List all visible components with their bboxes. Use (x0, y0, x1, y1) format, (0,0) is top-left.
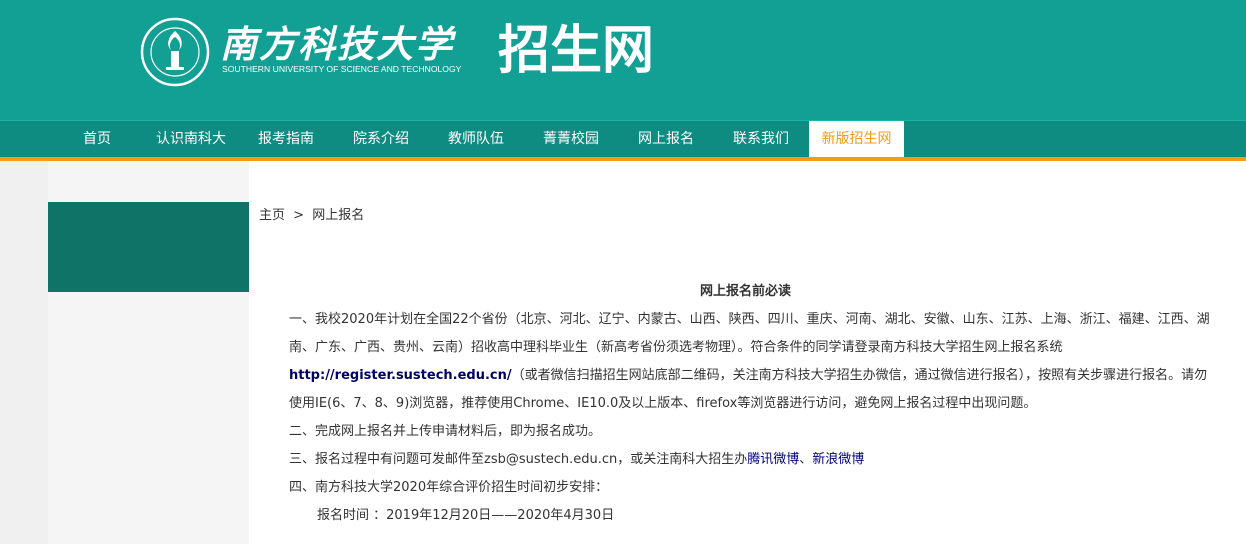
sina-weibo-link[interactable]: 新浪微博 (812, 452, 864, 467)
breadcrumb-home[interactable]: 主页 (259, 208, 285, 223)
notice-paragraph-3: 三、报名过程中有问题可发邮件至zsb@sustech.edu.cn，或关注南科大… (289, 446, 1219, 474)
tencent-weibo-link[interactable]: 腾讯微博 (747, 452, 799, 467)
nav-item-faculty[interactable]: 教师队伍 (440, 121, 512, 157)
notice-paragraph-4: 四、南方科技大学2020年综合评价招生时间初步安排： (289, 480, 609, 495)
sidebar-banner (48, 202, 249, 292)
nav-item-campus[interactable]: 菁菁校园 (535, 121, 607, 157)
registration-system-link[interactable]: http://register.sustech.edu.cn/ (289, 368, 512, 383)
notice-p3-text: 三、报名过程中有问题可发邮件至zsb@sustech.edu.cn，或关注南科大… (289, 452, 748, 467)
logo-english-name[interactable]: SOUTHERN UNIVERSITY OF SCIENCE AND TECHN… (222, 64, 461, 74)
notice-p1-text: 一、我校2020年计划在全国22个省份（北京、河北、辽宁、内蒙古、山西、陕西、四… (289, 312, 1210, 355)
nav-item-home[interactable]: 首页 (66, 121, 128, 157)
nav-item-online-registration[interactable]: 网上报名 (630, 121, 702, 157)
left-margin (0, 161, 48, 544)
notice-paragraph-5: 报名时间 ：2019年12月20日——2020年4月30日 (317, 508, 615, 523)
site-header: 南方科技大学 SOUTHERN UNIVERSITY OF SCIENCE AN… (0, 0, 1246, 120)
university-emblem-icon[interactable] (140, 17, 210, 87)
breadcrumb-current: 网上报名 (312, 208, 365, 223)
nav-item-departments[interactable]: 院系介绍 (345, 121, 417, 157)
notice-p3-sep: 、 (799, 452, 813, 467)
site-title: 招生网 (498, 21, 655, 81)
logo-chinese-name[interactable]: 南方科技大学 (220, 22, 454, 66)
nav-item-contact[interactable]: 联系我们 (725, 121, 797, 157)
nav-item-guide[interactable]: 报考指南 (250, 121, 322, 157)
breadcrumb: 主页 > 网上报名 (259, 204, 364, 223)
notice-title: 网上报名前必读 (700, 284, 792, 299)
nav-item-about[interactable]: 认识南科大 (148, 121, 234, 157)
breadcrumb-separator: > (293, 208, 305, 223)
nav-item-new-site[interactable]: 新版招生网 (809, 121, 904, 157)
notice-content: 一、我校2020年计划在全国22个省份（北京、河北、辽宁、内蒙古、山西、陕西、四… (289, 306, 1219, 530)
notice-paragraph-2: 二、完成网上报名并上传申请材料后，即为报名成功。 (289, 424, 602, 439)
notice-paragraph-1: 一、我校2020年计划在全国22个省份（北京、河北、辽宁、内蒙古、山西、陕西、四… (289, 306, 1219, 418)
